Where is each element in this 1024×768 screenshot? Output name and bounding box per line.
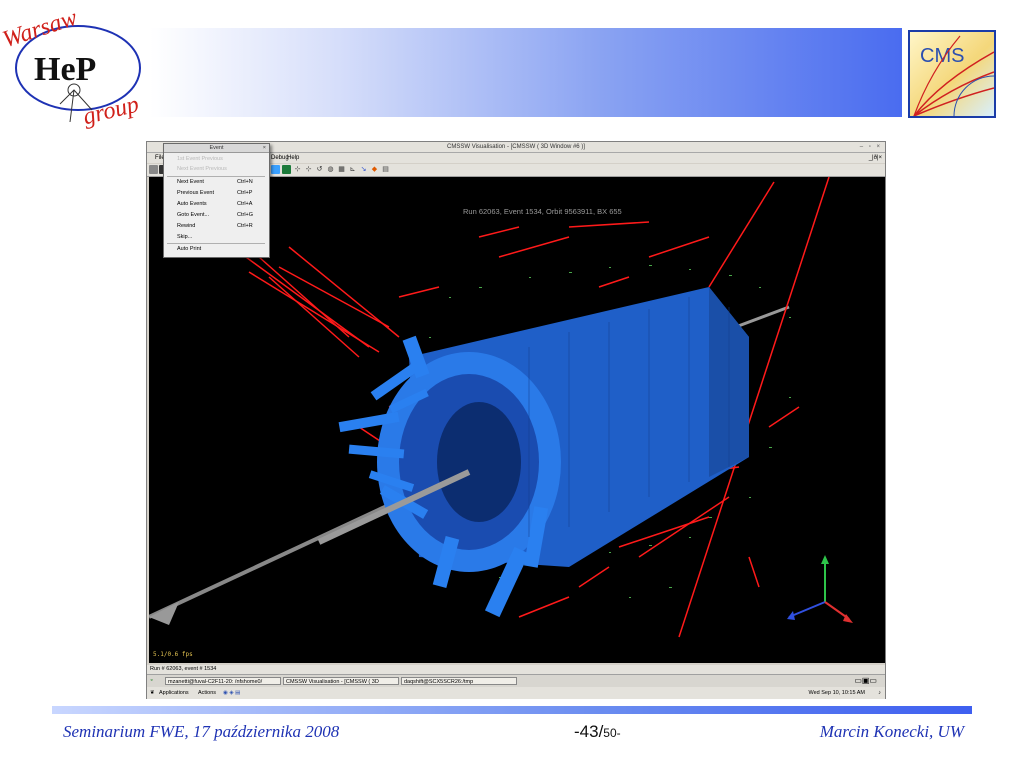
toolbar-view-icon[interactable] xyxy=(271,165,280,174)
window-title: CMSSW Visualisation - [CMSSW ( 3D Window… xyxy=(447,144,585,150)
page-number: -43/50- xyxy=(574,722,621,742)
calorimeter-towers xyxy=(338,287,749,618)
task-cmssw[interactable]: CMSSW Visualisation - [CMSSW ( 3D xyxy=(283,677,399,685)
fps-counter: 5.1/0.6 fps xyxy=(153,651,193,658)
foot-icon[interactable]: ❦ xyxy=(150,687,155,699)
menu-item-rewind[interactable]: Rewind Ctrl+R xyxy=(177,221,267,231)
event-menu-titlebar[interactable]: Event × xyxy=(164,144,269,153)
toolbar-axes2-icon[interactable]: ⊹ xyxy=(304,165,313,174)
footer-author: Marcin Konecki, UW xyxy=(819,722,964,741)
toolbar-rotate-icon[interactable]: ↺ xyxy=(315,165,324,174)
footer-seminar: Seminarium FWE, 17 października 2008 xyxy=(63,722,340,741)
menu-item-first-event: 1st Event Previous xyxy=(177,156,223,162)
toolbar-shape-icon[interactable]: ◆ xyxy=(370,165,379,174)
launcher-icons[interactable]: ◉ ◈ ▤ xyxy=(223,687,240,699)
menu-item-auto-print[interactable]: Auto Print xyxy=(177,244,267,254)
header-band xyxy=(150,28,902,117)
menu-item-skip[interactable]: Skip... xyxy=(177,232,267,242)
menu-item-auto-events[interactable]: Auto Events Ctrl+A xyxy=(177,199,267,209)
menu-item-goto-event[interactable]: Goto Event... Ctrl+G xyxy=(177,210,267,220)
toolbar-axes-icon[interactable]: ⊹ xyxy=(293,165,302,174)
page-total: 50- xyxy=(603,726,621,740)
task-terminal-1[interactable]: mzanetti@fuval-C2F11-20: /nfshome0/ xyxy=(165,677,281,685)
menu-item-next-previous: Next Event Previous xyxy=(177,166,227,172)
toolbar-grid-icon[interactable]: ▦ xyxy=(337,165,346,174)
volume-icon[interactable]: ♪ xyxy=(878,687,881,699)
logo-hep-text: HeP xyxy=(34,51,96,88)
toolbar-arrow-icon[interactable]: ↘ xyxy=(359,165,368,174)
run-info-label: Run 62063, Event 1534, Orbit 9563911, BX… xyxy=(463,207,622,216)
window-controls[interactable]: – ▫ × xyxy=(860,142,882,152)
toolbar-dock-icon[interactable] xyxy=(149,165,158,174)
cms-logo: CMS xyxy=(908,30,996,118)
menu-item-previous-event[interactable]: Previous Event Ctrl+P xyxy=(177,188,267,198)
menu-help[interactable]: Help xyxy=(287,153,299,163)
task-terminal-2[interactable]: daqshift@SCX5SCR26:/tmp xyxy=(401,677,517,685)
toolbar-ruler-icon[interactable]: ⊾ xyxy=(348,165,357,174)
status-line: Run # 62063, event # 1534 xyxy=(147,665,885,674)
toolbar-print-icon[interactable]: ▤ xyxy=(381,165,390,174)
warsaw-hep-logo: Warsaw HeP group xyxy=(0,0,160,131)
mdi-controls[interactable]: _|ð|× xyxy=(869,153,882,163)
cms-logo-text: CMS xyxy=(920,45,964,67)
toolbar-camera-icon[interactable] xyxy=(282,165,291,174)
footer-band xyxy=(52,706,972,714)
gnome-panel: ❦ Applications Actions ◉ ◈ ▤ Wed Sep 10,… xyxy=(147,687,885,699)
clock: Wed Sep 10, 10:15 AM xyxy=(808,690,865,696)
applications-menu[interactable]: Applications xyxy=(159,687,189,699)
toolbar-globe-icon[interactable]: ◍ xyxy=(326,165,335,174)
taskbar: ◒ mzanetti@fuval-C2F11-20: /nfshome0/ CM… xyxy=(147,674,885,687)
page-current: -43/ xyxy=(574,722,604,741)
actions-menu[interactable]: Actions xyxy=(198,687,216,699)
event-menu-title: Event xyxy=(209,145,224,151)
event-menu-close[interactable]: × xyxy=(263,144,266,152)
event-menu: Event × 1st Event Previous Next Event Pr… xyxy=(163,143,270,258)
axes-triad-icon xyxy=(787,555,853,623)
menu-item-next-event[interactable]: Next Event Ctrl+N xyxy=(177,177,267,187)
show-desktop-icon[interactable]: ◒ xyxy=(150,677,153,683)
workspace-switcher-icon[interactable]: ▭▣▭ xyxy=(854,676,877,685)
